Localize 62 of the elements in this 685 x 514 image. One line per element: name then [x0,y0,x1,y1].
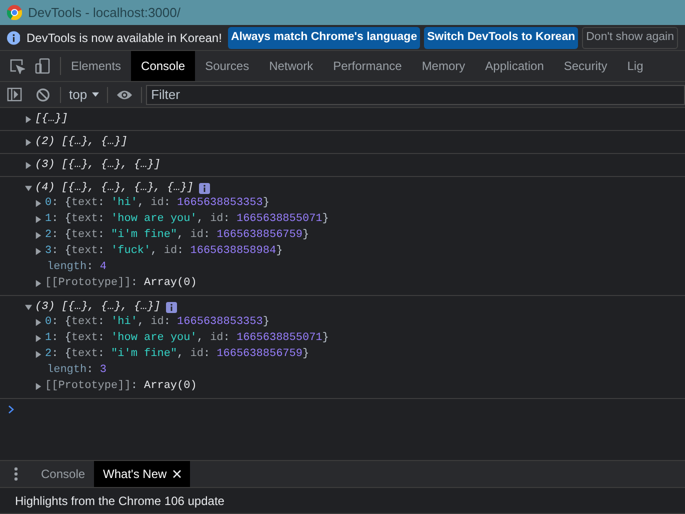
collapsed-triangle-icon[interactable] [35,200,42,206]
console-property-line: length: 4 [47,260,106,275]
array-summary[interactable]: [{…}] [35,110,68,128]
console-property-line[interactable]: 2: {text: "i'm fine", id: 1665638856759} [45,346,310,362]
panel-tab[interactable]: Console [131,51,196,81]
drawer-tab[interactable]: What's New [94,461,190,487]
array-summary[interactable]: (3) [{…}, {…}, {…}] [35,156,160,174]
more-menu-icon[interactable] [14,467,18,481]
filter-field[interactable]: Filter [146,84,685,104]
collapsed-triangle-icon[interactable] [25,138,32,146]
console-property-line[interactable]: 2: {text: "i'm fine", id: 1665638856759} [45,226,310,244]
collapsed-triangle-icon[interactable] [35,280,42,286]
collapsed-triangle-icon[interactable] [25,162,32,168]
console-property-line[interactable]: 0: {text: 'hi', id: 1665638853353} [45,314,270,330]
expanded-triangle-icon[interactable] [25,304,32,310]
console-property-line[interactable]: 1: {text: 'how are you', id: 1665638855071} [45,210,329,228]
panel-tab[interactable]: Sources [195,51,260,81]
collapsed-triangle-icon[interactable] [25,116,32,122]
expanded-triangle-icon[interactable] [25,184,32,192]
info-icon [7,30,20,44]
panel-tab[interactable]: Application [475,51,554,81]
collapsed-triangle-icon[interactable] [35,350,42,358]
collapsed-triangle-icon[interactable] [35,232,42,238]
panel-tab[interactable]: Lig [617,51,654,81]
info-badge-icon[interactable] [166,302,178,312]
caret-icon [92,92,100,97]
panel-tab[interactable]: Performance [323,51,412,81]
close-icon[interactable] [172,470,181,478]
collapsed-triangle-icon[interactable] [35,334,42,342]
panel-tab[interactable]: Security [554,51,618,81]
console-property-line[interactable]: 0: {text: 'hi', id: 1665638853353} [45,194,270,212]
info-bar-button[interactable]: Don't show again [582,26,678,48]
array-summary[interactable]: (3) [{…}, {…}, {…}] [35,298,160,316]
info-bar-button[interactable]: Switch DevTools to Korean [424,26,578,48]
panel-tab[interactable]: Elements [61,51,132,81]
eye-icon[interactable] [116,88,134,100]
clear-console-icon[interactable] [36,88,50,102]
console-property-line[interactable]: [[Prototype]]: Array(0) [45,378,197,394]
info-bar-button[interactable]: Always match Chrome's language [228,26,420,48]
prompt-chevron-icon [8,404,14,414]
whats-new-heading: Highlights from the Chrome 106 update [15,492,224,510]
console-property-line[interactable]: [[Prototype]]: Array(0) [45,274,197,292]
console-property-line: length: 3 [47,362,106,378]
window-title: DevTools - localhost:3000/ [28,4,180,22]
panel-tab[interactable]: Memory [412,51,476,81]
info-badge-icon[interactable] [199,182,210,194]
console-property-line[interactable]: 3: {text: 'fuck', id: 1665638858984} [45,242,283,260]
collapsed-triangle-icon[interactable] [35,248,42,254]
sidebar-toggle-icon[interactable] [7,87,22,102]
array-summary[interactable]: (4) [{…}, {…}, {…}, {…}] [35,180,194,196]
panel-tab[interactable]: Network [259,51,324,81]
drawer-tab[interactable]: Console [32,461,94,487]
inspect-element-icon[interactable] [9,58,25,74]
console-property-line[interactable]: 1: {text: 'how are you', id: 1665638855071} [45,330,329,346]
browser-logo-icon [7,5,22,20]
collapsed-triangle-icon[interactable] [35,318,42,326]
device-toolbar-icon[interactable] [35,58,51,74]
info-message: DevTools is now available in Korean! [26,30,222,46]
array-summary[interactable]: (2) [{…}, {…}] [35,134,128,150]
collapsed-triangle-icon[interactable] [35,382,42,390]
collapsed-triangle-icon[interactable] [35,216,42,222]
context-dropdown[interactable]: top [69,84,100,104]
